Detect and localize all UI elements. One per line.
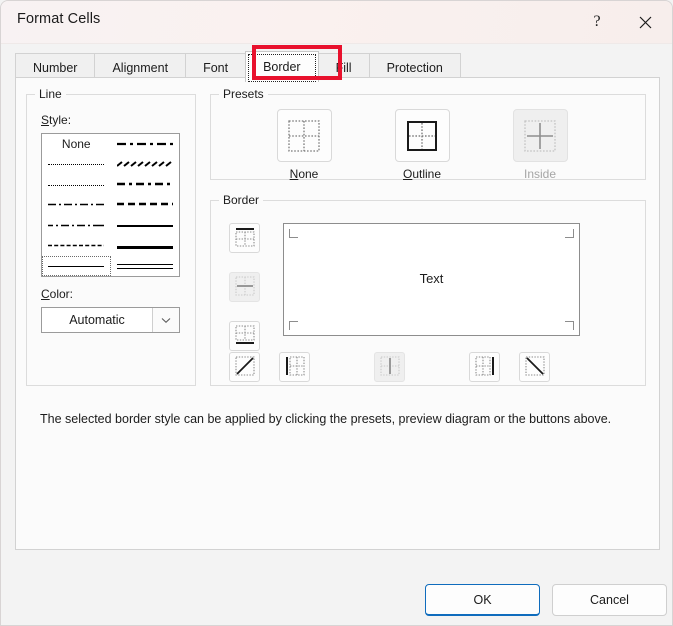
line-color-dropdown[interactable]: Automatic xyxy=(41,307,180,333)
ok-button-label: OK xyxy=(473,592,492,607)
line-swatch xyxy=(48,180,105,189)
border-diagonal-up-icon xyxy=(234,355,255,379)
line-style-listbox[interactable]: None xyxy=(41,133,180,277)
line-swatch xyxy=(116,160,173,169)
line-swatch xyxy=(48,200,105,209)
line-group-label: Line xyxy=(35,87,66,101)
border-diagonal-up-button[interactable] xyxy=(229,352,260,382)
style-cell-dash-dot[interactable] xyxy=(42,215,111,235)
tab-label: Font xyxy=(203,61,229,75)
cancel-button[interactable]: Cancel xyxy=(552,584,667,616)
border-left-icon xyxy=(285,355,305,379)
preview-text: Text xyxy=(419,271,444,286)
style-cell-dash-dot-bold[interactable] xyxy=(111,134,180,154)
help-description-text: The selected border style can be applied… xyxy=(40,412,612,426)
tab-label: Alignment xyxy=(112,61,169,75)
style-cell-dash-dot-heavy[interactable] xyxy=(111,175,180,195)
border-top-button[interactable] xyxy=(229,223,260,253)
tab-label: Number xyxy=(33,61,78,75)
tab-label: Border xyxy=(263,60,301,74)
border-group: Border Text xyxy=(210,193,646,386)
format-cells-dialog: Format Cells ? Number Alignment Font Bor… xyxy=(0,0,673,626)
line-swatch xyxy=(116,261,173,270)
border-diagonal-down-icon xyxy=(524,355,545,379)
style-none-label: None xyxy=(61,137,91,152)
border-group-label: Border xyxy=(219,193,264,207)
style-cell-dashed-fine[interactable] xyxy=(42,235,111,255)
line-swatch xyxy=(116,221,173,230)
corner-mark-bottom-left xyxy=(289,321,298,330)
border-horizontal-button xyxy=(229,272,260,302)
tab-label: Fill xyxy=(335,61,352,75)
line-swatch xyxy=(116,140,173,149)
border-preview-diagram[interactable]: Text xyxy=(283,223,580,336)
style-label: Style: xyxy=(41,113,72,127)
cancel-button-label: Cancel xyxy=(590,593,629,607)
border-right-icon xyxy=(474,355,495,379)
color-label: Color: xyxy=(41,287,74,301)
preset-none-label: None xyxy=(289,167,319,181)
border-right-button[interactable] xyxy=(469,352,500,382)
border-vertical-icon xyxy=(379,355,400,379)
preset-outline-label: Outline xyxy=(402,167,442,181)
style-cell-thin-solid[interactable] xyxy=(42,255,111,276)
ok-button[interactable]: OK xyxy=(425,584,540,616)
line-swatch xyxy=(116,200,173,209)
corner-mark-top-left xyxy=(289,229,298,238)
style-cell-hairline-dotted[interactable] xyxy=(42,154,111,174)
line-group: Line Style: None Color: Automatic xyxy=(26,87,196,386)
border-bottom-icon xyxy=(234,324,255,348)
line-swatch xyxy=(116,241,173,250)
help-button[interactable]: ? xyxy=(574,1,620,43)
preset-none-icon[interactable] xyxy=(276,109,332,162)
preset-outline[interactable]: Outline xyxy=(383,109,461,181)
style-cell-slant-dash[interactable] xyxy=(111,154,180,174)
tab-label: Protection xyxy=(386,61,443,75)
style-cell-none[interactable]: None xyxy=(42,134,111,154)
border-bottom-button[interactable] xyxy=(229,321,260,351)
style-cell-dash-dot-dot[interactable] xyxy=(42,195,111,215)
style-cell-dotted[interactable] xyxy=(42,175,111,195)
chevron-down-icon[interactable] xyxy=(152,308,179,332)
preset-none[interactable]: None xyxy=(265,109,343,181)
question-mark-icon: ? xyxy=(593,13,601,30)
close-icon xyxy=(639,16,652,29)
close-button[interactable] xyxy=(622,1,668,43)
tab-border[interactable]: Border xyxy=(245,51,319,82)
line-swatch xyxy=(48,261,105,270)
border-left-button[interactable] xyxy=(279,352,310,382)
style-cell-thick-solid[interactable] xyxy=(111,235,180,255)
presets-group: Presets None Outline Inside xyxy=(210,87,646,181)
title-bar: Format Cells ? xyxy=(1,1,672,44)
preset-outline-icon[interactable] xyxy=(394,109,450,162)
style-cell-double[interactable] xyxy=(111,256,180,276)
presets-row: None Outline Inside xyxy=(265,109,579,181)
line-swatch xyxy=(116,180,173,189)
presets-group-label: Presets xyxy=(219,87,268,101)
preset-inside-icon xyxy=(512,109,568,162)
line-swatch xyxy=(48,160,105,169)
border-diagonal-down-button[interactable] xyxy=(519,352,550,382)
line-color-value: Automatic xyxy=(69,313,125,327)
border-horizontal-icon xyxy=(234,275,255,299)
line-swatch xyxy=(48,241,105,250)
border-top-icon xyxy=(234,227,255,250)
corner-mark-top-right xyxy=(565,229,574,238)
tab-panel-border: Line Style: None Color: Automatic Preset… xyxy=(15,77,660,550)
window-title: Format Cells xyxy=(17,11,101,27)
line-swatch xyxy=(48,221,105,230)
preset-inside-label: Inside xyxy=(523,167,557,181)
corner-mark-bottom-right xyxy=(565,321,574,330)
style-cell-medium-solid[interactable] xyxy=(111,215,180,235)
border-vertical-button xyxy=(374,352,405,382)
style-cell-dashed-heavy[interactable] xyxy=(111,195,180,215)
preset-inside: Inside xyxy=(501,109,579,181)
